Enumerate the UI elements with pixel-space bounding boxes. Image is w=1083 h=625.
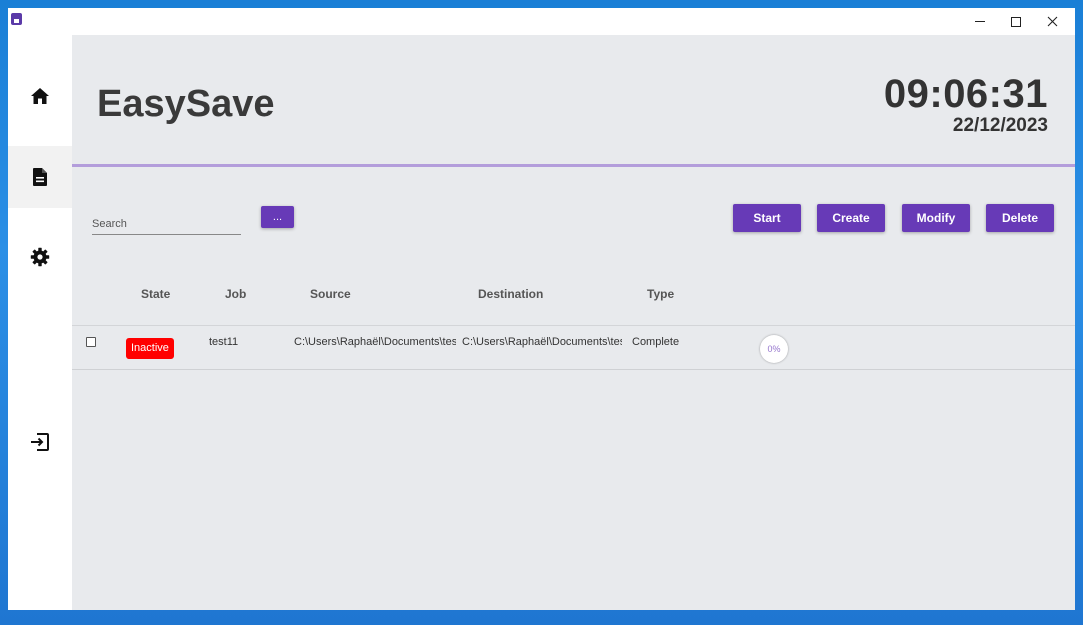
modify-button[interactable]: Modify — [902, 204, 970, 232]
search-button[interactable]: ... — [261, 206, 294, 228]
close-button[interactable] — [1034, 8, 1070, 35]
table-header: State Job Source Destination Type — [72, 287, 1075, 307]
sidebar-item-jobs[interactable] — [8, 146, 72, 208]
start-button[interactable]: Start — [733, 204, 801, 232]
table-row[interactable]: Inactive test11 C:\Users\Raphaël\Documen… — [72, 326, 1075, 369]
minimize-icon — [975, 21, 985, 22]
home-icon — [31, 88, 49, 104]
row-checkbox[interactable] — [86, 337, 96, 347]
column-header-state[interactable]: State — [141, 287, 170, 301]
app-title: EasySave — [97, 83, 275, 125]
create-button[interactable]: Create — [817, 204, 885, 232]
gear-icon — [30, 247, 50, 267]
search-field[interactable] — [92, 213, 241, 235]
sidebar-item-exit[interactable] — [8, 411, 72, 473]
progress-indicator: 0% — [760, 335, 788, 363]
app-icon — [11, 13, 22, 25]
minimize-button[interactable] — [962, 8, 998, 35]
search-input[interactable] — [92, 213, 241, 234]
maximize-icon — [1011, 16, 1021, 27]
main-panel: EasySave 09:06:31 22/12/2023 ... Start C… — [72, 35, 1075, 610]
sidebar-item-home[interactable] — [8, 65, 72, 127]
source-cell: C:\Users\Raphaël\Documents\tes — [294, 336, 456, 348]
document-icon — [33, 168, 47, 186]
column-header-destination[interactable]: Destination — [478, 287, 543, 301]
column-header-source[interactable]: Source — [310, 287, 351, 301]
sidebar-item-settings[interactable] — [8, 226, 72, 288]
row-divider — [72, 369, 1075, 370]
delete-button[interactable]: Delete — [986, 204, 1054, 232]
app-window: EasySave 09:06:31 22/12/2023 ... Start C… — [8, 8, 1075, 610]
exit-icon — [31, 433, 49, 451]
type-cell: Complete — [632, 336, 680, 348]
job-name-cell: test11 — [209, 336, 239, 348]
destination-cell: C:\Users\Raphaël\Documents\tes — [462, 336, 622, 348]
maximize-button[interactable] — [998, 8, 1034, 35]
sidebar — [8, 35, 72, 610]
clock-date: 22/12/2023 — [952, 115, 1048, 136]
status-badge: Inactive — [126, 338, 174, 359]
title-bar[interactable] — [8, 8, 1075, 35]
header-divider — [72, 164, 1075, 167]
column-header-type[interactable]: Type — [647, 287, 674, 301]
column-header-job[interactable]: Job — [225, 287, 246, 301]
close-icon — [1047, 16, 1057, 27]
clock-time: 09:06:31 — [883, 72, 1048, 116]
